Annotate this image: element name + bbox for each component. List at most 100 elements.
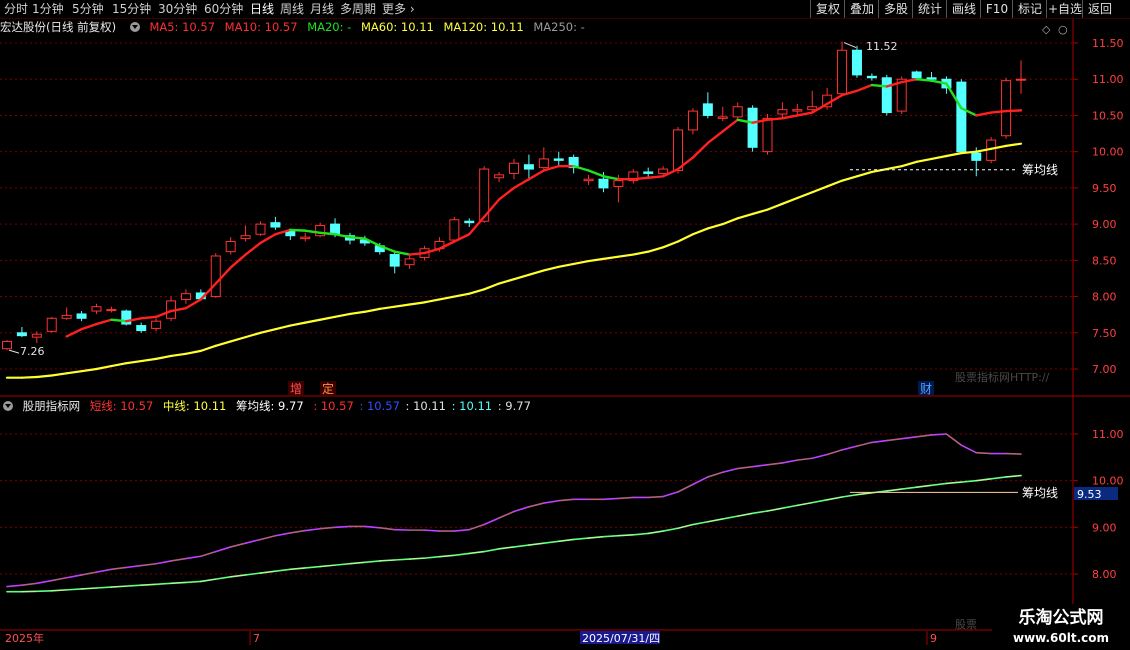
ma60-line	[676, 233, 695, 243]
candle-body[interactable]	[106, 309, 117, 312]
candle-body[interactable]	[523, 164, 534, 170]
candle-body[interactable]	[583, 178, 594, 182]
candle-body[interactable]	[911, 71, 922, 79]
indicator-mid-line	[244, 572, 262, 576]
kline-chart[interactable]: 11.50 11.00 10.50 10.00 9.50 9.00 8.50 8.00 7.50…	[0, 0, 1130, 650]
candle-body[interactable]	[389, 254, 400, 267]
circle-icon[interactable]: ○	[1058, 23, 1068, 36]
ma60-line	[885, 165, 903, 171]
candle-body[interactable]	[613, 180, 624, 187]
ma5-line	[632, 176, 650, 181]
indicator-short-line	[811, 453, 828, 460]
candle-body[interactable]	[658, 168, 669, 174]
ma5-line	[184, 298, 203, 310]
indicator-short-line	[841, 445, 858, 451]
candle-body[interactable]	[270, 222, 281, 228]
candle-body[interactable]	[509, 162, 519, 174]
candle-body[interactable]	[851, 49, 862, 76]
candle-body[interactable]	[31, 333, 42, 338]
candle-body[interactable]	[687, 110, 698, 131]
candle-body[interactable]	[762, 117, 773, 153]
candle-body[interactable]	[673, 129, 684, 172]
indicator-mid-line	[453, 552, 471, 557]
low-marker	[8, 349, 20, 354]
indicator-mid-line	[155, 582, 172, 586]
candle-body[interactable]	[598, 178, 609, 189]
candle-body[interactable]	[61, 314, 72, 319]
candle-body[interactable]	[702, 103, 713, 116]
candle-body[interactable]	[404, 258, 415, 266]
ma5-line	[691, 141, 710, 159]
ma60-line	[647, 246, 665, 253]
indicator-mid-line	[125, 584, 143, 587]
candle-body[interactable]	[2, 340, 12, 350]
indicator-short-line	[200, 550, 217, 558]
indicator-mid-line	[378, 559, 396, 562]
ma5-line	[333, 233, 352, 239]
ma60-line	[140, 357, 158, 363]
ma60-line	[319, 315, 337, 321]
diamond-icon[interactable]: ◇	[1042, 23, 1051, 36]
candle-body[interactable]	[971, 152, 982, 161]
candle-body[interactable]	[837, 49, 848, 95]
candle-body[interactable]	[494, 174, 505, 179]
indicator-short-line	[796, 457, 814, 461]
candle-body[interactable]	[717, 116, 728, 119]
candle-body[interactable]	[91, 306, 102, 312]
candle-body[interactable]	[180, 293, 191, 300]
candle-body[interactable]	[136, 325, 147, 332]
ma60-line	[378, 305, 396, 310]
candle-body[interactable]	[866, 75, 877, 79]
candle-body[interactable]	[240, 235, 251, 240]
ma60-line	[766, 202, 784, 211]
candle-body[interactable]	[881, 77, 892, 114]
candle-body[interactable]	[926, 77, 937, 80]
ma60-line	[423, 298, 441, 304]
time-label-july: 7	[253, 632, 260, 645]
candle-body[interactable]	[330, 223, 341, 235]
candle-body[interactable]	[210, 255, 221, 298]
low-price-label: 7.26	[20, 345, 45, 358]
candle-body[interactable]	[777, 109, 788, 115]
candle-body[interactable]	[643, 171, 654, 174]
indicator-short-line	[528, 502, 545, 508]
indicator-mid-line	[841, 493, 858, 498]
candle-body[interactable]	[464, 220, 475, 224]
price-tick-label: 8.50	[1092, 254, 1117, 267]
ma5-line	[140, 315, 158, 320]
candle-body[interactable]	[956, 81, 967, 153]
indicator-mid-line	[513, 544, 530, 548]
indicator-mid-line	[647, 530, 664, 535]
indicator-short-line	[647, 495, 664, 499]
candle-body[interactable]	[300, 236, 311, 240]
ma60-line	[35, 374, 53, 379]
indicator-lines	[6, 433, 1022, 593]
candle-body[interactable]	[151, 320, 162, 329]
candle-body[interactable]	[792, 109, 803, 112]
ma5-line	[318, 231, 337, 236]
candle-body[interactable]	[1001, 80, 1012, 137]
candle-body[interactable]	[553, 158, 564, 161]
candle-body[interactable]	[16, 332, 27, 337]
indicator-short-line	[110, 566, 128, 571]
indicator-mid-line	[811, 498, 828, 504]
candle-body[interactable]	[225, 240, 236, 253]
ma60-line	[50, 372, 68, 377]
candle-body[interactable]	[747, 107, 758, 148]
candle-body[interactable]	[538, 158, 549, 169]
candle-body[interactable]	[732, 106, 743, 118]
candle-body[interactable]	[1016, 78, 1026, 81]
candle-body[interactable]	[255, 223, 266, 235]
ma60-line	[632, 250, 650, 256]
indicator-short-line	[155, 560, 172, 565]
indicator-short-line	[364, 525, 381, 529]
indicator-short-line	[900, 435, 918, 440]
candle-body[interactable]	[449, 219, 460, 241]
candle-body[interactable]	[76, 313, 87, 319]
indicator-short-line	[543, 499, 560, 504]
candle-body[interactable]	[46, 317, 57, 332]
time-label-cursor: 2025/07/31/四	[582, 632, 660, 645]
ma60-line	[453, 292, 471, 298]
candle-body[interactable]	[807, 106, 818, 111]
time-label-year: 2025年	[5, 631, 44, 645]
